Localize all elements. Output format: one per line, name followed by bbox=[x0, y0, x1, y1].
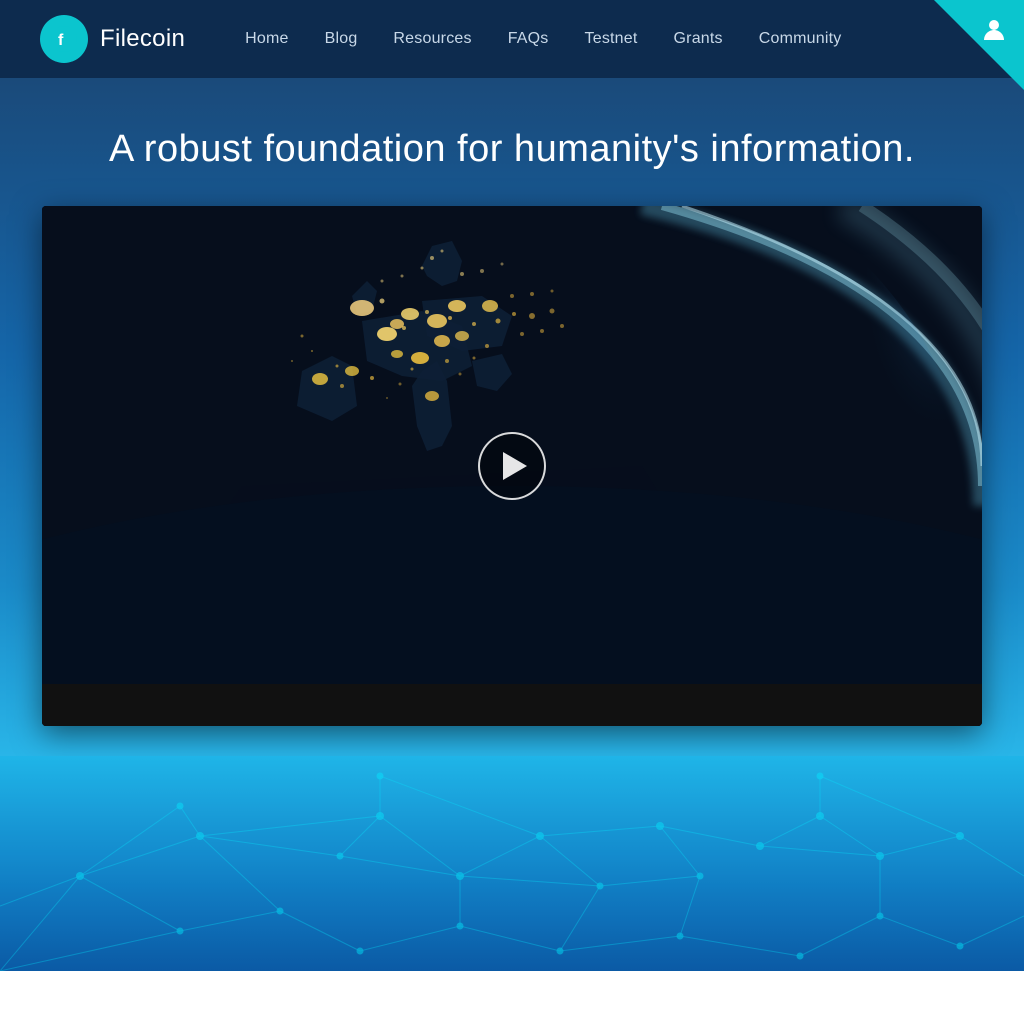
nav-grants[interactable]: Grants bbox=[674, 30, 723, 48]
video-controls-bar bbox=[42, 684, 982, 726]
network-section bbox=[0, 756, 1024, 971]
logo-text: Filecoin bbox=[100, 25, 185, 53]
play-button[interactable] bbox=[478, 432, 546, 500]
hero-title: A robust foundation for humanity's infor… bbox=[40, 128, 984, 171]
logo-icon: f bbox=[40, 15, 88, 63]
hero-section: A robust foundation for humanity's infor… bbox=[0, 78, 1024, 756]
user-icon[interactable] bbox=[976, 12, 1012, 48]
site-header: f Filecoin Home Blog Resources FAQs Test… bbox=[0, 0, 1024, 78]
nav-testnet[interactable]: Testnet bbox=[585, 30, 638, 48]
svg-text:f: f bbox=[58, 32, 64, 49]
nav-community[interactable]: Community bbox=[759, 30, 842, 48]
nav-home[interactable]: Home bbox=[245, 30, 288, 48]
video-thumbnail bbox=[42, 206, 982, 726]
video-wrapper bbox=[42, 206, 982, 726]
nav-resources[interactable]: Resources bbox=[393, 30, 471, 48]
nav-blog[interactable]: Blog bbox=[325, 30, 358, 48]
main-nav: Home Blog Resources FAQs Testnet Grants … bbox=[245, 30, 984, 48]
logo-area[interactable]: f Filecoin bbox=[40, 15, 185, 63]
nav-faqs[interactable]: FAQs bbox=[508, 30, 549, 48]
